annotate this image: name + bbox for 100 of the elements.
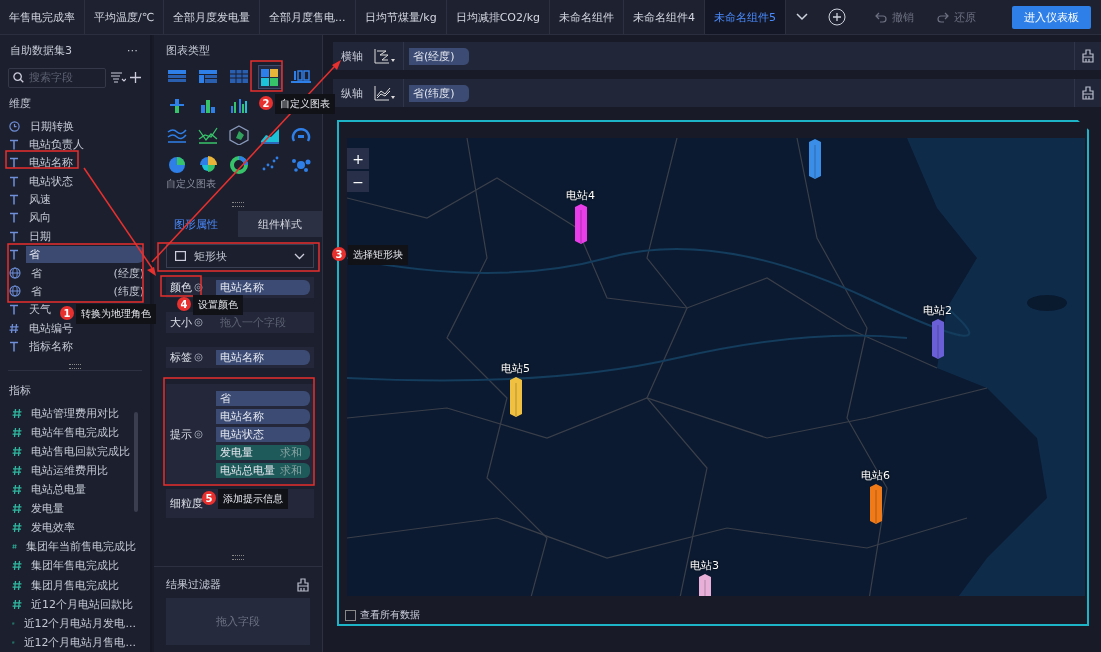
text-type-icon bbox=[9, 304, 19, 316]
dimension-field[interactable]: 电站名称 bbox=[26, 154, 144, 172]
axis-label: 纵轴 bbox=[340, 85, 364, 101]
dimension-field[interactable]: 风向 bbox=[26, 209, 144, 227]
tab[interactable]: 未命名组件5 bbox=[705, 0, 787, 34]
text-type-icon bbox=[9, 341, 19, 353]
dimension-field[interactable]: 日期转换 bbox=[27, 117, 144, 135]
callout-tooltip: 添加提示信息 bbox=[218, 489, 288, 509]
station-label: 电站2 bbox=[923, 303, 952, 318]
dimension-field[interactable]: 省 bbox=[28, 264, 107, 282]
shape-dropdown[interactable]: 矩形块 bbox=[166, 244, 314, 268]
square-icon bbox=[175, 251, 186, 261]
station-label: 电站6 bbox=[861, 468, 890, 483]
dimension-field[interactable]: 电站状态 bbox=[26, 172, 144, 190]
tab[interactable]: 全部月度售电... bbox=[260, 0, 356, 34]
dimension-field[interactable]: 省 bbox=[26, 246, 144, 264]
section-title: 指标 bbox=[8, 382, 32, 399]
measure-field[interactable]: 集团年当前售电完成比 bbox=[26, 539, 136, 555]
settings-icon[interactable] bbox=[194, 283, 203, 292]
radar-chart-icon[interactable] bbox=[228, 125, 250, 145]
dimension-field[interactable]: 风速 bbox=[26, 191, 144, 209]
hash-icon bbox=[12, 598, 22, 610]
field-pill[interactable]: 电站名称 bbox=[216, 409, 310, 424]
line-chart-icon[interactable] bbox=[197, 125, 219, 145]
measure-field[interactable]: 集团年售电完成比 bbox=[31, 558, 119, 574]
settings-icon[interactable] bbox=[194, 353, 203, 362]
field-pill[interactable]: 电站名称 bbox=[216, 350, 310, 365]
more-button[interactable]: ⋯ bbox=[127, 44, 138, 58]
field-pill[interactable]: 省(经度) bbox=[409, 47, 469, 65]
grouped-bar-icon[interactable] bbox=[228, 96, 250, 116]
tab[interactable]: 未命名组件 bbox=[550, 0, 625, 34]
bar-marker[interactable] bbox=[808, 138, 822, 180]
tab[interactable]: 平均温度/℃ bbox=[85, 0, 165, 34]
field-pill[interactable]: 省 bbox=[216, 391, 310, 406]
hash-icon bbox=[12, 560, 22, 572]
measure-field[interactable]: 发电效率 bbox=[31, 520, 75, 536]
measure-field[interactable]: 电站运维费用比 bbox=[31, 463, 108, 478]
search-field[interactable]: 搜索字段 bbox=[8, 67, 106, 88]
brush-icon[interactable] bbox=[1081, 86, 1095, 100]
dimension-field[interactable]: 日期 bbox=[26, 227, 144, 245]
zoom-out-button[interactable]: − bbox=[347, 171, 369, 192]
axis-chart-icon[interactable] bbox=[374, 48, 396, 64]
chart-type-label: 自定义图表 bbox=[165, 177, 217, 191]
hash-icon bbox=[12, 522, 22, 534]
callout-tooltip: 选择矩形块 bbox=[348, 245, 408, 265]
search-icon bbox=[13, 71, 24, 83]
property-label: 颜色 bbox=[170, 280, 192, 295]
line-chart-icon[interactable] bbox=[374, 85, 396, 101]
pie-chart-icon[interactable] bbox=[166, 154, 188, 174]
tab[interactable]: 日均节煤量/kg bbox=[355, 0, 447, 34]
field-pill[interactable]: 省(纬度) bbox=[409, 84, 469, 102]
callout-tooltip: 自定义图表 bbox=[275, 94, 335, 114]
property-label: 提示 bbox=[170, 427, 192, 442]
checkbox[interactable] bbox=[345, 609, 356, 621]
measure-field[interactable]: 集团月售电完成比 bbox=[31, 577, 119, 593]
measure-field[interactable]: 电站总电量 bbox=[31, 482, 86, 498]
chevron-down-icon[interactable] bbox=[796, 13, 809, 21]
section-title: 维度 bbox=[8, 95, 32, 112]
brush-icon[interactable] bbox=[1081, 49, 1095, 63]
zoom-in-button[interactable]: + bbox=[347, 148, 369, 169]
field-pill[interactable]: 电站状态 bbox=[216, 427, 310, 442]
geo-role-label: (经度) bbox=[113, 265, 144, 281]
settings-icon[interactable] bbox=[194, 430, 203, 439]
axis-label: 横轴 bbox=[340, 48, 364, 64]
checkbox-label[interactable]: 查看所有数据 bbox=[360, 608, 420, 622]
hash-icon bbox=[12, 426, 22, 438]
add-icon[interactable] bbox=[130, 72, 141, 84]
text-type-icon bbox=[9, 138, 19, 150]
settings-icon[interactable] bbox=[194, 318, 203, 327]
measure-field[interactable]: 电站管理费用对比 bbox=[31, 405, 119, 421]
highlight-frame bbox=[250, 60, 283, 92]
station-label: 电站4 bbox=[566, 188, 595, 203]
measure-field[interactable]: 近12个月电站月发电... bbox=[23, 615, 136, 631]
measure-field[interactable]: 近12个月电站回款比 bbox=[31, 596, 133, 612]
add-tab-icon[interactable] bbox=[828, 8, 847, 26]
measure-field[interactable]: 电站售电回款完成比 bbox=[31, 443, 130, 459]
text-type-icon bbox=[9, 249, 19, 261]
brush-icon[interactable] bbox=[296, 577, 310, 592]
field-pill[interactable]: 发电量 求和 bbox=[216, 445, 310, 460]
dimension-field[interactable]: 省 bbox=[28, 282, 107, 300]
dataset-title: 自助数据集3 bbox=[10, 43, 72, 59]
field-pill[interactable]: 电站名称 bbox=[216, 280, 310, 295]
tab[interactable]: 组件样式 bbox=[238, 211, 322, 237]
custom-chart-icon[interactable] bbox=[259, 67, 281, 87]
field-pill[interactable]: 电站总电量 求和 bbox=[216, 463, 310, 478]
rose-chart-icon[interactable] bbox=[197, 154, 219, 174]
enter-dashboard-button[interactable]: 进入仪表板 bbox=[1012, 5, 1091, 29]
property-label: 细粒度 bbox=[170, 496, 203, 511]
filter-sort-icon[interactable] bbox=[110, 71, 126, 85]
redo-icon bbox=[936, 10, 950, 24]
tab[interactable]: 日均减排CO2/kg bbox=[446, 0, 551, 34]
measure-field[interactable]: 近12个月电站月售电... bbox=[23, 634, 136, 650]
donut-chart-icon[interactable] bbox=[228, 154, 250, 174]
dimension-field[interactable]: 指标名称 bbox=[26, 338, 144, 356]
hash-icon bbox=[12, 579, 22, 591]
dimension-field[interactable]: 电站负责人 bbox=[26, 135, 144, 153]
measure-field[interactable]: 发电量 bbox=[31, 501, 64, 517]
tab[interactable]: 年售电完成率 bbox=[0, 0, 85, 34]
measure-field[interactable]: 电站年售电完成比 bbox=[31, 424, 119, 440]
tab[interactable]: 全部月度发电量 bbox=[164, 0, 261, 34]
